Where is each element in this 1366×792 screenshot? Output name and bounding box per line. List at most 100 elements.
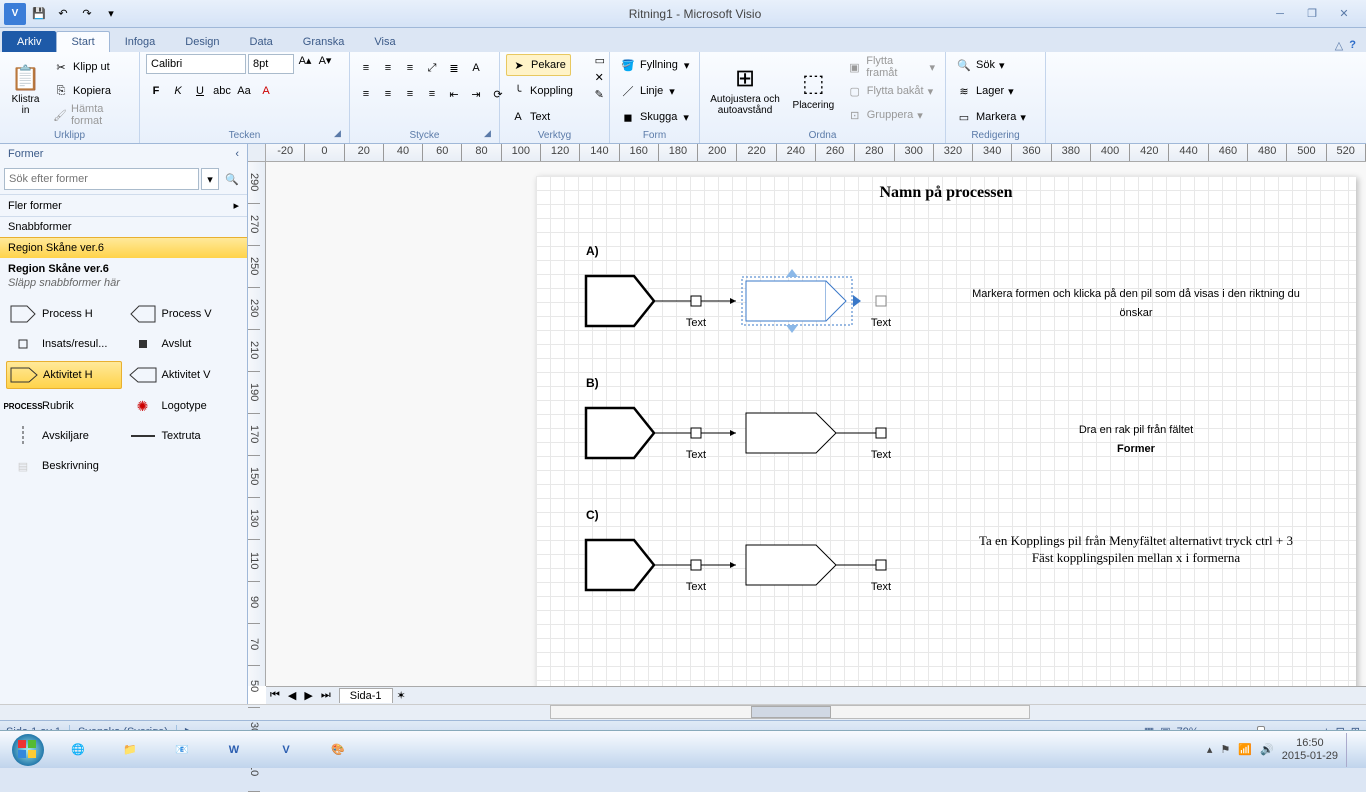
shape-beskrivning[interactable]: ▤Beskrivning bbox=[6, 453, 122, 479]
align-justify-icon[interactable]: ≡ bbox=[422, 84, 442, 104]
quick-shapes-section[interactable]: Snabbformer bbox=[0, 216, 247, 237]
underline-icon[interactable]: U bbox=[190, 81, 210, 101]
taskbar-ie[interactable]: 🌐 bbox=[52, 733, 104, 767]
shape-textruta[interactable]: Textruta bbox=[126, 423, 242, 449]
tab-view[interactable]: Visa bbox=[359, 31, 410, 52]
autospace-button[interactable]: ⊞ Autojustera och autoavstånd bbox=[706, 54, 784, 124]
stencil-section[interactable]: Region Skåne ver.6 bbox=[0, 237, 247, 258]
shrink-font-icon[interactable]: A▾ bbox=[316, 54, 334, 74]
tab-review[interactable]: Granska bbox=[288, 31, 360, 52]
freeform-tool-icon[interactable]: ✎ bbox=[595, 88, 605, 101]
position-button[interactable]: ⬚ Placering bbox=[788, 54, 839, 124]
align-middle-icon[interactable]: ≡ bbox=[378, 58, 398, 78]
restore-button[interactable]: ❐ bbox=[1300, 5, 1324, 23]
taskbar-outlook[interactable]: 📧 bbox=[156, 733, 208, 767]
page-first-icon[interactable]: ⏮ bbox=[266, 689, 284, 702]
shape-insats[interactable]: Insats/resul... bbox=[6, 331, 122, 357]
connector-tool-button[interactable]: ╰Koppling bbox=[506, 80, 577, 102]
page-tab-1[interactable]: Sida-1 bbox=[339, 688, 393, 703]
bullets-icon[interactable]: ≣ bbox=[444, 58, 464, 78]
drawing-page[interactable]: Namn på processen A) Text bbox=[536, 176, 1356, 686]
pointer-tool-button[interactable]: ➤Pekare bbox=[506, 54, 571, 76]
align-left-icon[interactable]: ≡ bbox=[356, 84, 376, 104]
shape-process-v[interactable]: Process V bbox=[126, 301, 242, 327]
send-backward-button[interactable]: ▢Flytta bakåt▾ bbox=[843, 80, 939, 102]
find-button[interactable]: 🔍Sök▾ bbox=[952, 54, 1009, 76]
tab-home[interactable]: Start bbox=[56, 31, 109, 52]
close-button[interactable]: ✕ bbox=[1332, 5, 1356, 23]
taskbar-paint[interactable]: 🎨 bbox=[312, 733, 364, 767]
bring-forward-button[interactable]: ▣Flytta framåt▾ bbox=[843, 56, 939, 78]
start-button[interactable] bbox=[4, 733, 52, 767]
italic-icon[interactable]: K bbox=[168, 81, 188, 101]
visio-icon[interactable]: V bbox=[4, 3, 26, 25]
grow-font-icon[interactable]: A▴ bbox=[296, 54, 314, 74]
cut-button[interactable]: ✂Klipp ut bbox=[49, 56, 133, 78]
para-dialog-launcher[interactable]: ◢ bbox=[484, 128, 496, 140]
tab-file[interactable]: Arkiv bbox=[2, 31, 56, 52]
minimize-ribbon-icon[interactable]: △ bbox=[1335, 39, 1343, 52]
crop-tool-icon[interactable]: ✕ bbox=[595, 71, 605, 84]
taskbar-visio[interactable]: V bbox=[260, 733, 312, 767]
page-last-icon[interactable]: ⏭ bbox=[317, 689, 335, 702]
font-dialog-launcher[interactable]: ◢ bbox=[334, 128, 346, 140]
tab-data[interactable]: Data bbox=[235, 31, 288, 52]
shape-aktivitet-v[interactable]: Aktivitet V bbox=[126, 361, 242, 389]
diagram-row-b[interactable]: Text Text bbox=[586, 398, 946, 478]
diagram-row-a[interactable]: Text Text bbox=[586, 266, 946, 346]
tray-clock[interactable]: 16:502015-01-29 bbox=[1282, 737, 1338, 763]
font-color-icon[interactable]: A bbox=[256, 81, 276, 101]
shape-rubrik[interactable]: PROCESSRubrik bbox=[6, 393, 122, 419]
shape-avslut[interactable]: Avslut bbox=[126, 331, 242, 357]
font-name-input[interactable] bbox=[146, 54, 246, 74]
line-button[interactable]: ／Linje▾ bbox=[616, 80, 679, 102]
help-icon[interactable]: ? bbox=[1349, 39, 1356, 52]
align-center-icon[interactable]: ≡ bbox=[378, 84, 398, 104]
shape-avskiljare[interactable]: Avskiljare bbox=[6, 423, 122, 449]
taskbar-explorer[interactable]: 📁 bbox=[104, 733, 156, 767]
bold-icon[interactable]: F bbox=[146, 81, 166, 101]
diagram-row-c[interactable]: Text Text bbox=[586, 530, 946, 610]
redo-icon[interactable]: ↷ bbox=[76, 3, 98, 25]
rectangle-tool-icon[interactable]: ▭ bbox=[595, 54, 605, 67]
minimize-button[interactable]: ─ bbox=[1268, 5, 1292, 23]
show-desktop-button[interactable] bbox=[1346, 733, 1356, 767]
page-prev-icon[interactable]: ◀ bbox=[284, 689, 300, 702]
tray-volume-icon[interactable]: 🔊 bbox=[1260, 743, 1274, 756]
page-add-icon[interactable]: ✶ bbox=[393, 689, 410, 702]
case-icon[interactable]: Aa bbox=[234, 81, 254, 101]
more-shapes-section[interactable]: Fler former▸ bbox=[0, 194, 247, 216]
align-top-icon[interactable]: ≡ bbox=[356, 58, 376, 78]
strike-icon[interactable]: abc bbox=[212, 81, 232, 101]
collapse-icon[interactable]: ‹ bbox=[235, 148, 239, 160]
qat-dropdown[interactable]: ▾ bbox=[100, 3, 122, 25]
indent-more-icon[interactable]: ⇥ bbox=[466, 84, 486, 104]
undo-icon[interactable]: ↶ bbox=[52, 3, 74, 25]
tray-network-icon[interactable]: 📶 bbox=[1238, 743, 1252, 756]
page-next-icon[interactable]: ▶ bbox=[300, 689, 316, 702]
copy-button[interactable]: ⎘Kopiera bbox=[49, 80, 133, 102]
shape-process-h[interactable]: Process H bbox=[6, 301, 122, 327]
save-icon[interactable]: 💾 bbox=[28, 3, 50, 25]
tab-insert[interactable]: Infoga bbox=[110, 31, 171, 52]
shadow-button[interactable]: ◼Skugga▾ bbox=[616, 106, 693, 128]
paste-button[interactable]: 📋 Klistra in bbox=[6, 54, 45, 124]
search-go-icon[interactable]: 🔍 bbox=[221, 168, 243, 190]
textbox-icon[interactable]: A bbox=[466, 58, 486, 78]
search-dropdown[interactable]: ▾ bbox=[201, 168, 219, 190]
drawing-canvas[interactable]: Namn på processen A) Text bbox=[266, 162, 1366, 686]
fill-button[interactable]: 🪣Fyllning▾ bbox=[616, 54, 693, 76]
taskbar-word[interactable]: W bbox=[208, 733, 260, 767]
layers-button[interactable]: ≋Lager▾ bbox=[952, 80, 1018, 102]
text-tool-button[interactable]: AText bbox=[506, 106, 554, 128]
font-size-input[interactable] bbox=[248, 54, 294, 74]
shape-search-input[interactable] bbox=[4, 168, 199, 190]
shape-logotype[interactable]: ✺Logotype bbox=[126, 393, 242, 419]
orientation-icon[interactable]: ⤢ bbox=[422, 58, 442, 78]
tray-flag-icon[interactable]: ⚑ bbox=[1220, 743, 1230, 756]
tray-up-icon[interactable]: ▴ bbox=[1207, 743, 1213, 756]
format-painter-button[interactable]: 🖌Hämta format bbox=[49, 104, 133, 126]
shape-aktivitet-h[interactable]: Aktivitet H bbox=[6, 361, 122, 389]
align-bottom-icon[interactable]: ≡ bbox=[400, 58, 420, 78]
group-button[interactable]: ⊡Gruppera▾ bbox=[843, 104, 939, 126]
